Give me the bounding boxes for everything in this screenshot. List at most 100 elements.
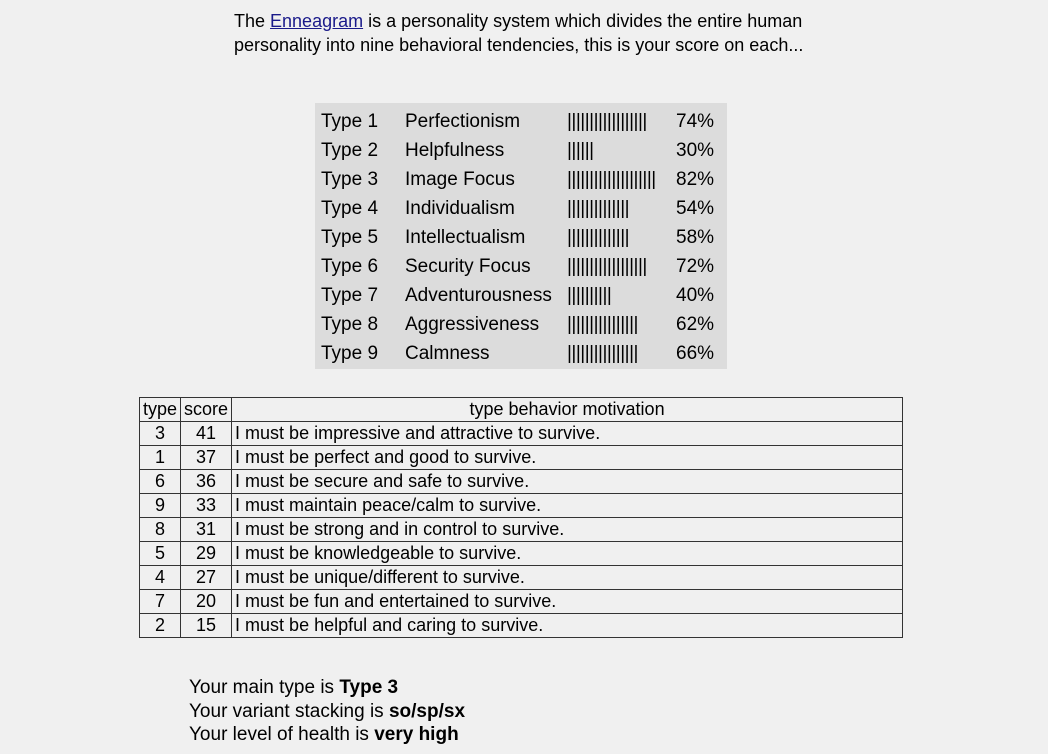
score-percent: 30% [676,140,715,161]
row-type: 4 [138,565,182,590]
score-bar: |||||||||||||||||| [567,111,647,132]
table-header-row: type score type behavior motivation [138,397,903,422]
row-motivation: I must be impressive and attractive to s… [231,421,903,446]
score-bar: |||||||||||||| [567,227,630,248]
score-type-label: Type 1 [321,111,379,132]
score-bar: |||||||||| [567,285,612,306]
health-value: very high [374,724,459,745]
header-motivation: type behavior motivation [231,397,903,422]
main-type-label: Your main type is [189,677,340,698]
row-score: 36 [180,469,233,494]
score-bar: |||||||||||||||| [567,343,638,364]
type-scores-panel: Type 1 Perfectionism |||||||||||||||||| 74%… [315,103,727,369]
health-line: Your level of health is very high [189,723,465,747]
row-type: 3 [138,421,182,446]
row-motivation: I must be unique/different to survive. [231,565,903,590]
score-type-name: Helpfulness [405,140,505,161]
main-type-line: Your main type is Type 3 [189,676,465,700]
row-type: 7 [138,589,182,614]
score-type-name: Aggressiveness [405,314,540,335]
score-bar: |||||||||||||||||||| [567,169,656,190]
score-bar: |||||| [567,140,594,161]
table-row: 5 29 I must be knowledgeable to survive. [138,541,903,566]
table-row: 2 15 I must be helpful and caring to survi… [138,613,903,638]
main-type-value: Type 3 [339,677,399,698]
score-row: Type 4 Individualism |||||||||||||| 54% [315,194,727,223]
stacking-line: Your variant stacking is so/sp/sx [189,700,465,724]
intro-prefix: The [234,11,271,31]
score-bar: |||||||||||||||| [567,314,638,335]
row-motivation: I must be strong and in control to survi… [231,517,903,542]
row-motivation: I must be fun and entertained to survive… [231,589,903,614]
score-percent: 74% [676,111,715,132]
stacking-value: so/sp/sx [388,700,466,722]
score-percent: 58% [676,227,715,248]
row-motivation: I must be helpful and caring to survive. [231,613,903,638]
score-row: Type 5 Intellectualism |||||||||||||| 58% [315,223,727,252]
row-motivation: I must be perfect and good to survive. [231,445,903,470]
score-type-name: Image Focus [405,169,515,190]
intro-paragraph: The Enneagram is a personality system wh… [234,10,814,57]
motivation-table: type score type behavior motivation 3 41 I… [138,397,903,638]
enneagram-link[interactable]: Enneagram [270,11,363,31]
table-row: 9 33 I must maintain peace/calm to survive… [138,493,903,518]
table-row: 3 41 I must be impressive and attractive t… [138,421,903,446]
score-row: Type 2 Helpfulness |||||| 30% [315,136,727,165]
score-type-name: Calmness [405,343,490,364]
score-row: Type 9 Calmness |||||||||||||||| 66% [315,339,727,368]
score-type-name: Security Focus [405,256,531,277]
row-score: 15 [180,613,233,638]
score-type-name: Adventurousness [405,285,552,306]
row-score: 29 [180,541,233,566]
score-percent: 62% [676,314,715,335]
score-type-label: Type 8 [321,314,379,335]
row-score: 41 [180,421,233,446]
score-row: Type 3 Image Focus |||||||||||||||||||| 82% [315,165,727,194]
row-score: 27 [180,565,233,590]
header-score: score [180,397,233,422]
row-motivation: I must be secure and safe to survive. [231,469,903,494]
score-type-label: Type 5 [321,227,379,248]
row-type: 5 [138,541,182,566]
row-score: 20 [180,589,233,614]
score-type-name: Individualism [405,198,515,219]
score-percent: 82% [676,169,715,190]
score-type-label: Type 4 [321,198,379,219]
score-type-label: Type 7 [321,285,379,306]
score-row: Type 1 Perfectionism |||||||||||||||||| 74% [315,107,727,136]
row-motivation: I must maintain peace/calm to survive. [231,493,903,518]
header-type: type [138,397,182,422]
row-motivation: I must be knowledgeable to survive. [231,541,903,566]
score-percent: 66% [676,343,715,364]
row-type: 2 [138,613,182,638]
score-row: Type 8 Aggressiveness |||||||||||||||| 62% [315,310,727,339]
health-label: Your level of health is [189,724,375,745]
row-type: 8 [138,517,182,542]
row-type: 1 [138,445,182,470]
table-row: 1 37 I must be perfect and good to survive… [138,445,903,470]
row-type: 6 [138,469,182,494]
row-score: 37 [180,445,233,470]
score-type-label: Type 3 [321,169,379,190]
score-type-name: Perfectionism [405,111,521,132]
table-row: 4 27 I must be unique/different to survive… [138,565,903,590]
score-bar: |||||||||||||||||| [567,256,647,277]
score-type-name: Intellectualism [405,227,526,248]
score-type-label: Type 2 [321,140,379,161]
row-type: 9 [138,493,182,518]
table-row: 6 36 I must be secure and safe to survive. [138,469,903,494]
table-row: 7 20 I must be fun and entertained to surv… [138,589,903,614]
row-score: 33 [180,493,233,518]
score-percent: 72% [676,256,715,277]
summary: Your main type is Type 3 Your variant st… [189,676,465,747]
stacking-label: Your variant stacking is [189,700,389,722]
score-row: Type 7 Adventurousness |||||||||| 40% [315,281,727,310]
score-type-label: Type 9 [321,343,379,364]
score-percent: 54% [676,198,715,219]
score-type-label: Type 6 [321,256,379,277]
table-row: 8 31 I must be strong and in control to su… [138,517,903,542]
score-percent: 40% [676,285,715,306]
row-score: 31 [180,517,233,542]
score-bar: |||||||||||||| [567,198,630,219]
score-row: Type 6 Security Focus |||||||||||||||||| 72… [315,252,727,281]
